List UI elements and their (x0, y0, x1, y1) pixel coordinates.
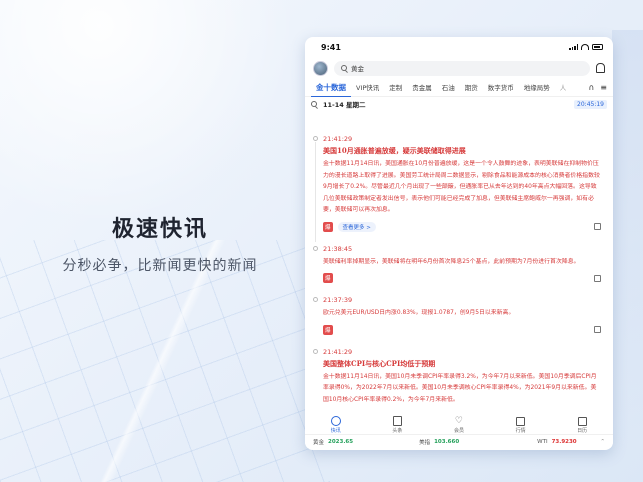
hero-title: 极速快讯 (111, 217, 208, 242)
search-icon-small[interactable] (311, 101, 317, 107)
tablet-screen: 9:41 黄金 金十数据 VIP快讯 定制 贵金属 石油 期货 数字货币 地缘局… (305, 37, 613, 450)
tab-jin10[interactable]: 金十数据 (311, 79, 351, 97)
news-body: 金十数据11月14日讯，美国通胀在10月份普遍放缓，这是一个令人鼓舞的迹象，表明… (323, 161, 600, 213)
flash-icon (330, 416, 341, 426)
hero-subtitle: 分秒必争，比新闻更快的新闻 (62, 258, 258, 274)
ticker-gold-value: 2023.65 (328, 438, 354, 445)
news-time: 21:37:39 (323, 296, 353, 304)
search-input[interactable]: 黄金 (334, 60, 590, 76)
signal-icon (569, 44, 578, 50)
nav-member[interactable]: ♡ 会员 (453, 415, 464, 434)
timeline-dot (313, 348, 318, 354)
tab-custom[interactable]: 定制 (384, 79, 407, 97)
news-item[interactable]: 21:37:39 欧元兑美元EUR/USD日内涨0.83%，现报1.0787，创… (305, 294, 613, 338)
ticker-dxy-value: 103.660 (434, 438, 460, 445)
current-time-badge: 20:45:19 (574, 99, 607, 109)
ticker-wti-label: WTI (537, 438, 548, 445)
category-tabs: 金十数据 VIP快讯 定制 贵金属 石油 期货 数字货币 地缘局势 人 ∩ ≡ (305, 79, 613, 97)
tab-extra-icons: ∩ ≡ (588, 83, 607, 92)
search-icon (341, 65, 347, 71)
tab-vip[interactable]: VIP快讯 (351, 79, 384, 97)
document-icon (392, 416, 402, 426)
share-icon[interactable] (594, 274, 601, 282)
news-title: 美国整体CPI与核心CPI均低于预期 (323, 358, 436, 368)
ticker-wti-value: 73.9230 (551, 438, 577, 445)
background-grid-decoration (0, 240, 330, 482)
nav-member-label: 会员 (453, 427, 464, 434)
view-more-button[interactable]: 查看更多 > (337, 221, 376, 232)
news-actions: 爆 (323, 270, 601, 286)
timeline-line (315, 142, 316, 242)
avatar[interactable] (313, 60, 328, 76)
headphones-icon[interactable]: ∩ (588, 83, 594, 92)
news-feed[interactable]: 21:41:29 美国10月通胀普遍放缓，疑示美联储取得进展 金十数据11月14… (305, 133, 613, 433)
wifi-icon (581, 44, 589, 50)
diamond-icon: ♡ (454, 415, 463, 426)
ticker-gold-label: 黄金 (313, 439, 325, 446)
news-actions: 爆 查看更多 > (323, 219, 601, 235)
search-placeholder: 黄金 (351, 65, 364, 73)
ticker-dxy-label: 美指 (419, 439, 431, 446)
nav-market-label: 行情 (515, 427, 526, 434)
date-label: 11-14 星期二 (323, 101, 366, 109)
status-icons (569, 44, 603, 50)
news-body: 欧元兑美元EUR/USD日内涨0.83%，现报1.0787，创9月5日以来新高。 (323, 310, 515, 316)
tab-precious-metals[interactable]: 贵金属 (407, 79, 437, 97)
tab-geopolitics[interactable]: 地缘局势 (519, 79, 555, 97)
nav-calendar[interactable]: 日历 (577, 416, 588, 434)
news-body: 金十数据11月14日讯，美国10月未季调CPI年率录得3.2%，为今年7月以来新… (323, 373, 597, 403)
news-time: 21:41:29 (323, 135, 353, 143)
tab-crypto[interactable]: 数字货币 (483, 79, 519, 97)
tab-partial[interactable]: 人 (555, 79, 572, 97)
share-icon[interactable] (594, 326, 601, 333)
right-edge-decoration (612, 30, 643, 450)
menu-icon[interactable]: ≡ (600, 83, 607, 92)
bottom-navigation: 快讯 头条 ♡ 会员 行情 日历 (305, 412, 613, 438)
nav-market[interactable]: 行情 (515, 416, 526, 434)
news-time: 21:38:45 (323, 244, 353, 253)
news-body: 美联储利率掉期显示，美联储将在明年6月份首次降息25个基点，此前预期为7月份进行… (323, 258, 580, 265)
news-actions: 爆 (323, 322, 601, 338)
calendar-icon (577, 416, 587, 426)
timeline-dot (313, 245, 318, 251)
news-time: 21:41:29 (323, 347, 353, 356)
tab-oil[interactable]: 石油 (437, 79, 460, 97)
share-icon[interactable] (594, 223, 601, 230)
nav-flash[interactable]: 快讯 (330, 416, 341, 434)
news-item[interactable]: 21:38:45 美联储利率掉期显示，美联储将在明年6月份首次降息25个基点，此… (305, 243, 613, 287)
hot-badge: 爆 (323, 221, 333, 232)
nav-headline-label: 头条 (392, 428, 403, 434)
battery-icon (592, 44, 603, 50)
search-row: 黄金 (305, 57, 613, 79)
status-time: 9:41 (321, 42, 341, 52)
hot-badge: 爆 (323, 324, 333, 335)
status-bar: 9:41 (305, 37, 613, 57)
nav-headline[interactable]: 头条 (392, 416, 402, 434)
timeline-dot (313, 136, 318, 141)
tab-futures[interactable]: 期货 (460, 79, 483, 97)
date-row: 11-14 星期二 20:45:19 (305, 97, 613, 111)
nav-flash-label: 快讯 (330, 428, 341, 434)
hot-badge: 爆 (323, 273, 333, 283)
chart-icon (516, 416, 526, 426)
timeline-dot (313, 297, 318, 302)
chevron-up-icon[interactable]: ⌃ (600, 439, 605, 445)
nav-calendar-label: 日历 (577, 427, 588, 434)
bell-icon[interactable] (596, 63, 605, 73)
news-item[interactable]: 21:41:29 美国10月通胀普遍放缓，疑示美联储取得进展 金十数据11月14… (305, 133, 613, 242)
news-title: 美国10月通胀普遍放缓，疑示美联储取得进展 (323, 146, 466, 155)
news-item[interactable]: 21:41:29 美国整体CPI与核心CPI均低于预期 金十数据11月14日讯，… (305, 346, 613, 407)
